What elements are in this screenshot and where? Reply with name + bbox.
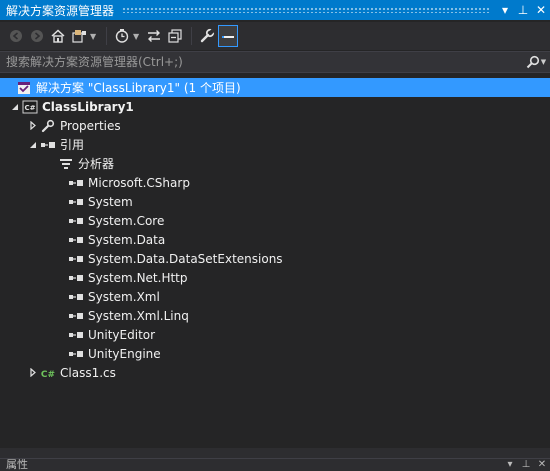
reference-item[interactable]: System.Data (0, 230, 550, 249)
reference-item[interactable]: System.Data.DataSetExtensions (0, 249, 550, 268)
properties-panel-title: 属性 (6, 458, 28, 471)
pending-changes-filter-icon (115, 29, 129, 43)
assembly-reference-icon (68, 325, 84, 344)
pending-changes-dropdown-icon[interactable]: ▼ (133, 32, 142, 41)
search-box: ▼ (0, 51, 550, 73)
reference-label: UnityEditor (88, 327, 156, 342)
pending-changes-filter-button[interactable] (112, 25, 132, 47)
forward-button[interactable] (27, 25, 47, 47)
assembly-reference-icon (68, 192, 84, 211)
reference-item[interactable]: System.Core (0, 211, 550, 230)
properties-icon (200, 28, 215, 43)
reference-item[interactable]: Microsoft.CSharp (0, 173, 550, 192)
solution-explorer-toolbar: ▼ ▼ (0, 22, 550, 50)
assembly-reference-icon (68, 344, 84, 363)
switch-views-button[interactable] (69, 25, 89, 47)
preview-selected-items-icon (222, 36, 234, 38)
title-grip[interactable] (122, 7, 490, 13)
assembly-reference-icon (68, 306, 84, 325)
wrench-icon (40, 116, 56, 135)
expand-arrow-icon[interactable] (26, 363, 40, 382)
reference-item[interactable]: System (0, 192, 550, 211)
properties-button[interactable] (197, 25, 217, 47)
collapse-arrow-icon[interactable] (8, 97, 22, 116)
window-position-dropdown-icon[interactable]: ▾ (502, 459, 518, 471)
tree-item-project[interactable]: C# ClassLibrary1 (0, 97, 550, 116)
assembly-reference-icon (68, 249, 84, 268)
auto-hide-pin-icon[interactable]: ⊥ (514, 3, 532, 17)
properties-panel-buttons: ▾ ⊥ ✕ (502, 459, 550, 471)
assembly-reference-icon (68, 287, 84, 306)
assembly-reference-icon (68, 173, 84, 192)
tree-item-solution[interactable]: 解决方案 "ClassLibrary1" (1 个项目) (0, 78, 550, 97)
reference-label: 分析器 (78, 157, 115, 171)
toolbar-separator (106, 27, 107, 45)
close-icon[interactable]: ✕ (532, 3, 550, 17)
tree-item-references[interactable]: 引用 (0, 135, 550, 154)
csharp-project-icon: C# (22, 97, 38, 116)
svg-text:C#: C# (24, 104, 35, 112)
tree-item-properties[interactable]: Properties (0, 116, 550, 135)
reference-item[interactable]: UnityEditor (0, 325, 550, 344)
reference-label: System.Data.DataSetExtensions (88, 251, 283, 266)
reference-label: System.Xml (88, 289, 160, 304)
analyzer-icon (58, 154, 74, 173)
expand-arrow-icon[interactable] (26, 116, 40, 135)
references-icon (40, 135, 56, 154)
collapse-all-button[interactable] (165, 25, 185, 47)
collapse-arrow-icon[interactable] (26, 135, 40, 154)
home-icon (51, 29, 65, 43)
search-input[interactable] (0, 54, 522, 70)
class-file-label: Class1.cs (60, 365, 116, 380)
solution-icon (16, 78, 32, 97)
reference-label: System.Net.Http (88, 270, 188, 285)
solution-tree: 解决方案 "ClassLibrary1" (1 个项目) C# ClassLib… (0, 78, 550, 382)
project-label: ClassLibrary1 (42, 99, 134, 114)
sync-with-document-icon (148, 30, 160, 42)
svg-text:C#: C# (41, 370, 55, 379)
search-dropdown-icon: ▼ (540, 58, 547, 66)
back-button[interactable] (6, 25, 26, 47)
home-button[interactable] (48, 25, 68, 47)
reference-label: System (88, 194, 133, 209)
csharp-file-icon: C# (40, 363, 56, 382)
properties-panel-title-bar: 属性 ▾ ⊥ ✕ (0, 458, 550, 471)
assembly-reference-icon (68, 268, 84, 287)
references-label: 引用 (60, 138, 85, 152)
reference-label: UnityEngine (88, 346, 161, 361)
properties-label: Properties (60, 118, 121, 133)
solution-label: 解决方案 "ClassLibrary1" (1 个项目) (36, 81, 241, 95)
panel-splitter[interactable] (0, 448, 550, 458)
forward-icon (31, 30, 43, 42)
reference-item[interactable]: UnityEngine (0, 344, 550, 363)
toolbar-separator (191, 27, 192, 45)
collapse-all-icon (168, 29, 182, 43)
sync-with-document-button[interactable] (144, 25, 164, 47)
switch-views-icon (72, 30, 86, 43)
reference-label: System.Xml.Linq (88, 308, 189, 323)
solution-explorer-title-bar: 解决方案资源管理器 ▾ ⊥ ✕ (0, 0, 550, 20)
search-options[interactable]: ▼ (522, 55, 550, 69)
switch-views-dropdown-icon[interactable]: ▼ (90, 32, 99, 41)
reference-label: System.Data (88, 232, 166, 247)
reference-label: Microsoft.CSharp (88, 175, 190, 190)
panel-title: 解决方案资源管理器 (6, 3, 115, 18)
preview-selected-items-button[interactable] (218, 25, 238, 47)
tree-item-class-file[interactable]: C# Class1.cs (0, 363, 550, 382)
back-icon (10, 30, 22, 42)
auto-hide-pin-icon[interactable]: ⊥ (518, 459, 534, 471)
reference-item-analyzers[interactable]: 分析器 (0, 154, 550, 173)
reference-item[interactable]: System.Xml (0, 287, 550, 306)
close-icon[interactable]: ✕ (534, 459, 550, 471)
search-icon (526, 55, 539, 69)
reference-label: System.Core (88, 213, 165, 228)
reference-item[interactable]: System.Net.Http (0, 268, 550, 287)
window-position-dropdown-icon[interactable]: ▾ (496, 3, 514, 17)
reference-item[interactable]: System.Xml.Linq (0, 306, 550, 325)
assembly-reference-icon (68, 230, 84, 249)
assembly-reference-icon (68, 211, 84, 230)
